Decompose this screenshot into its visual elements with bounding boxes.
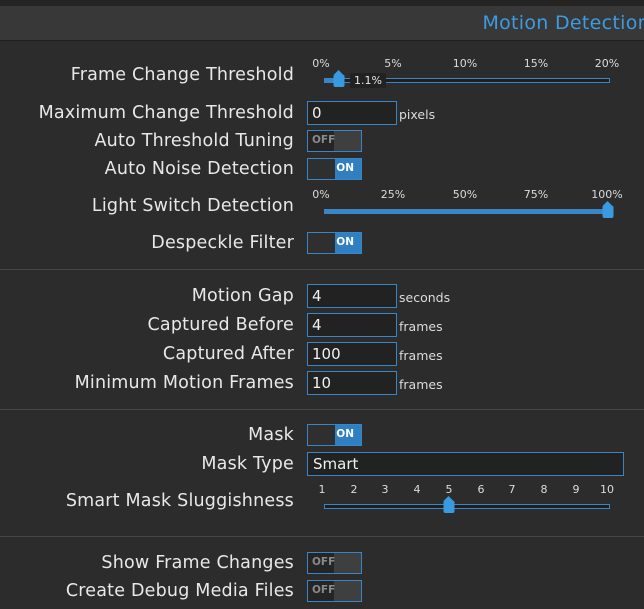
light-switch-detection-thumb[interactable] bbox=[602, 201, 614, 218]
despeckle-filter-label: Despeckle Filter bbox=[151, 233, 294, 253]
motion-gap-label: Motion Gap bbox=[191, 286, 294, 306]
section-divider bbox=[0, 409, 644, 410]
light-switch-detection-slider[interactable] bbox=[324, 209, 610, 214]
slider-value-tooltip: 1.1% bbox=[350, 73, 386, 88]
auto-threshold-tuning-label: Auto Threshold Tuning bbox=[94, 131, 294, 151]
tick-label: 7 bbox=[508, 483, 516, 496]
mask-type-select[interactable]: Smart bbox=[307, 452, 624, 476]
show-frame-changes-toggle[interactable]: OFF bbox=[307, 552, 362, 574]
smart-mask-sluggishness-slider[interactable] bbox=[324, 504, 610, 509]
toggle-state: OFF bbox=[312, 584, 336, 596]
tick-label: 0% bbox=[312, 188, 330, 201]
tick-label: 5% bbox=[384, 57, 402, 70]
toggle-knob bbox=[308, 425, 335, 445]
auto-noise-detection-label: Auto Noise Detection bbox=[104, 159, 294, 179]
mask-label: Mask bbox=[248, 425, 294, 445]
create-debug-media-files-toggle[interactable]: OFF bbox=[307, 580, 362, 602]
smart-mask-sluggishness-thumb[interactable] bbox=[443, 496, 455, 513]
toggle-knob bbox=[308, 159, 335, 179]
toggle-knob bbox=[308, 233, 335, 253]
section-divider bbox=[0, 536, 644, 537]
tick-label: 9 bbox=[572, 483, 580, 496]
tick-label: 10% bbox=[452, 57, 478, 70]
mask-type-label: Mask Type bbox=[201, 454, 294, 474]
tick-label: 5 bbox=[445, 483, 453, 496]
pixels-unit: pixels bbox=[399, 107, 436, 122]
tick-label: 4 bbox=[413, 483, 421, 496]
tick-label: 3 bbox=[381, 483, 389, 496]
tick-label: 25% bbox=[380, 188, 406, 201]
smart-mask-sluggishness-label: Smart Mask Sluggishness bbox=[65, 491, 294, 511]
section-divider bbox=[0, 269, 644, 270]
frame-change-threshold-ticks: 0% 5% 10% 15% 20% bbox=[307, 57, 627, 71]
tick-label: 10 bbox=[600, 483, 614, 496]
tick-label: 100% bbox=[591, 188, 623, 201]
toggle-state: ON bbox=[336, 162, 354, 174]
tick-label: 1 bbox=[318, 483, 326, 496]
light-switch-detection-label: Light Switch Detection bbox=[91, 196, 294, 216]
minimum-motion-frames-label: Minimum Motion Frames bbox=[74, 373, 294, 393]
tick-label: 15% bbox=[523, 57, 549, 70]
toggle-state: OFF bbox=[312, 556, 336, 568]
tick-label: 6 bbox=[477, 483, 485, 496]
tick-label: 2 bbox=[350, 483, 358, 496]
mask-toggle[interactable]: ON bbox=[307, 424, 362, 446]
minimum-motion-frames-input[interactable] bbox=[307, 371, 397, 395]
max-change-threshold-input[interactable] bbox=[307, 101, 397, 125]
frame-change-threshold-thumb[interactable] bbox=[333, 70, 345, 87]
frames-unit: frames bbox=[399, 377, 443, 392]
motion-gap-input[interactable] bbox=[307, 284, 397, 308]
toggle-knob bbox=[334, 131, 361, 151]
frames-unit: frames bbox=[399, 348, 443, 363]
show-frame-changes-label: Show Frame Changes bbox=[101, 553, 294, 573]
frames-unit: frames bbox=[399, 319, 443, 334]
slider-fill bbox=[325, 210, 609, 213]
section-header: Motion Detection bbox=[0, 6, 644, 41]
toggle-state: ON bbox=[336, 236, 354, 248]
section-title: Motion Detection bbox=[482, 12, 644, 34]
toggle-knob bbox=[334, 581, 361, 601]
tick-label: 8 bbox=[540, 483, 548, 496]
auto-noise-detection-toggle[interactable]: ON bbox=[307, 158, 362, 180]
frame-change-threshold-label: Frame Change Threshold bbox=[70, 65, 294, 85]
toggle-knob bbox=[334, 553, 361, 573]
smart-mask-sluggishness-ticks: 1 2 3 4 5 6 7 8 9 10 bbox=[307, 483, 627, 497]
seconds-unit: seconds bbox=[399, 290, 451, 305]
captured-before-input[interactable] bbox=[307, 313, 397, 337]
tick-label: 0% bbox=[312, 57, 330, 70]
tick-label: 50% bbox=[452, 188, 478, 201]
despeckle-filter-toggle[interactable]: ON bbox=[307, 232, 362, 254]
light-switch-detection-ticks: 0% 25% 50% 75% 100% bbox=[307, 188, 627, 202]
auto-threshold-tuning-toggle[interactable]: OFF bbox=[307, 130, 362, 152]
captured-after-input[interactable] bbox=[307, 342, 397, 366]
captured-after-label: Captured After bbox=[162, 344, 294, 364]
create-debug-media-files-label: Create Debug Media Files bbox=[65, 581, 294, 601]
max-change-threshold-label: Maximum Change Threshold bbox=[38, 103, 294, 123]
toggle-state: ON bbox=[336, 428, 354, 440]
toggle-state: OFF bbox=[312, 134, 336, 146]
tick-label: 20% bbox=[594, 57, 620, 70]
captured-before-label: Captured Before bbox=[147, 315, 294, 335]
tick-label: 75% bbox=[523, 188, 549, 201]
